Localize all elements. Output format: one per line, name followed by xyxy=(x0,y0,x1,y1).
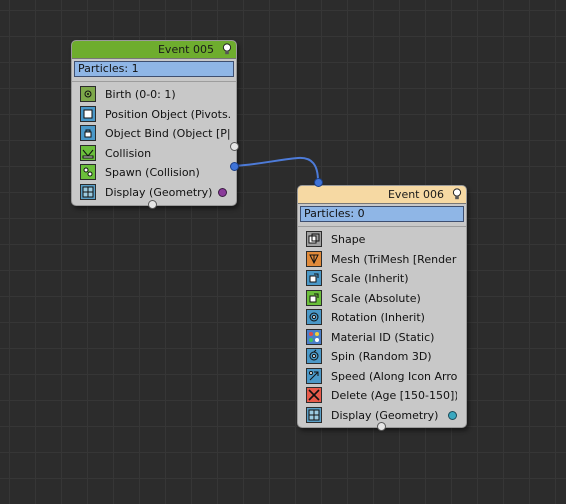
operator-speed[interactable]: Speed (Along Icon Arro... xyxy=(298,367,466,387)
display-color-dot xyxy=(218,187,227,197)
event-005-bottom-port[interactable] xyxy=(148,200,157,209)
operator-position-object[interactable]: Position Object (Pivots... xyxy=(72,105,236,125)
delete-icon xyxy=(306,387,322,403)
spawn-output-port[interactable] xyxy=(230,162,239,171)
operator-label: Shape xyxy=(331,233,366,246)
particle-view-canvas[interactable]: Event 005 Particles: 1 Birth (0-0: 1) Po… xyxy=(0,0,566,504)
operator-label: Birth (0-0: 1) xyxy=(105,88,176,101)
operator-object-bind[interactable]: Object Bind (Object [P|... xyxy=(72,124,236,144)
operator-label: Scale (Inherit) xyxy=(331,272,409,285)
operator-label: Collision xyxy=(105,146,152,160)
operator-label: Display (Geometry) xyxy=(331,408,439,422)
mesh-icon xyxy=(306,250,322,267)
object-bind-icon xyxy=(80,125,96,141)
operator-material-id[interactable]: Material ID (Static) xyxy=(298,328,466,348)
position-object-icon xyxy=(80,105,96,122)
operator-delete[interactable]: Delete (Age [150-150]) xyxy=(298,386,466,406)
speed-icon xyxy=(306,367,322,384)
display-color-dot xyxy=(448,410,457,420)
lightbulb-icon[interactable] xyxy=(222,43,232,56)
event-005-header[interactable]: Event 005 xyxy=(72,41,236,59)
event-006-bottom-port[interactable] xyxy=(377,422,386,431)
collision-output-port[interactable] xyxy=(230,142,239,151)
operator-display[interactable]: Display (Geometry) xyxy=(72,183,236,203)
operator-label: Speed (Along Icon Arro... xyxy=(331,369,457,383)
scale-icon xyxy=(306,270,322,286)
lightbulb-icon[interactable] xyxy=(452,188,462,201)
event-006-title: Event 006 xyxy=(387,188,444,201)
operator-mesh[interactable]: Mesh (TriMesh [Render]) xyxy=(298,250,466,270)
operator-label: Spin (Random 3D) xyxy=(331,350,432,363)
operator-label: Rotation (Inherit) xyxy=(331,311,425,324)
display-icon xyxy=(80,183,96,200)
scale-test-icon xyxy=(306,289,322,306)
display-icon xyxy=(306,406,322,423)
operator-shape[interactable]: Shape xyxy=(298,230,466,250)
spin-icon xyxy=(306,348,322,364)
operator-label: Mesh (TriMesh [Render]) xyxy=(331,252,457,266)
operator-label: Scale (Absolute) xyxy=(331,291,421,305)
spawn-test-icon xyxy=(80,164,96,180)
operator-scale-absolute[interactable]: Scale (Absolute) xyxy=(298,289,466,309)
operator-collision[interactable]: Collision xyxy=(72,144,236,164)
rotation-icon xyxy=(306,309,322,325)
particles-count: Particles: 0 xyxy=(300,206,464,222)
particles-count: Particles: 1 xyxy=(74,61,234,77)
operator-list: Shape Mesh (TriMesh [Render]) Scale (Inh… xyxy=(298,226,466,425)
operator-label: Material ID (Static) xyxy=(331,330,435,344)
event-006-header[interactable]: Event 006 xyxy=(298,186,466,204)
operator-birth[interactable]: Birth (0-0: 1) xyxy=(72,85,236,105)
event-006-node[interactable]: Event 006 Particles: 0 Shape Mesh (TriMe… xyxy=(297,178,467,431)
shape-icon xyxy=(306,231,322,247)
operator-spawn[interactable]: Spawn (Collision) xyxy=(72,163,236,183)
operator-list: Birth (0-0: 1) Position Object (Pivots..… xyxy=(72,81,236,202)
operator-spin[interactable]: Spin (Random 3D) xyxy=(298,347,466,367)
operator-label: Delete (Age [150-150]) xyxy=(331,389,457,402)
birth-icon xyxy=(80,86,96,102)
event-005-title: Event 005 xyxy=(157,43,214,56)
operator-label: Position Object (Pivots... xyxy=(105,107,231,121)
operator-scale-inherit[interactable]: Scale (Inherit) xyxy=(298,269,466,289)
operator-label: Spawn (Collision) xyxy=(105,166,200,179)
material-id-icon xyxy=(306,328,322,345)
event-005-node[interactable]: Event 005 Particles: 1 Birth (0-0: 1) Po… xyxy=(71,40,239,209)
collision-test-icon xyxy=(80,144,96,161)
operator-rotation[interactable]: Rotation (Inherit) xyxy=(298,308,466,328)
event-006-input-port[interactable] xyxy=(314,178,323,187)
operator-label: Object Bind (Object [P|... xyxy=(105,127,231,140)
operator-label: Display (Geometry) xyxy=(105,185,213,199)
